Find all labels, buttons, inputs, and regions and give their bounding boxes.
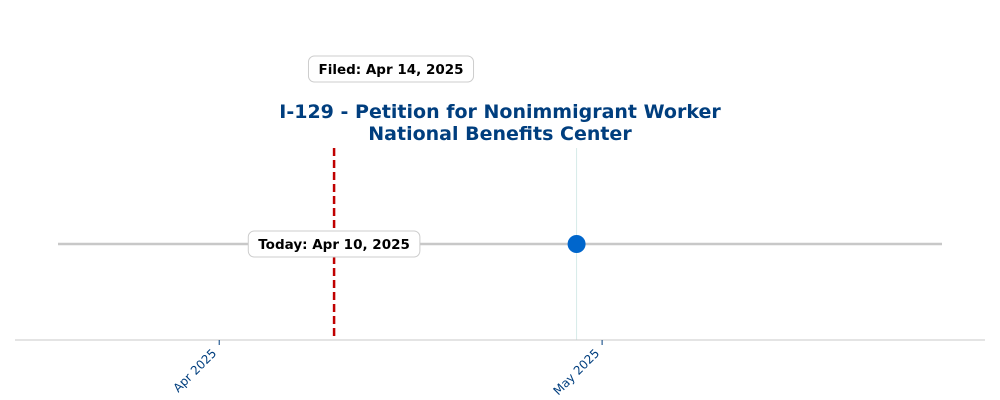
data-point-solid <box>567 235 586 253</box>
x-tick-label-0: Apr 2025 <box>170 346 219 395</box>
chart-title: I-129 - Petition for Nonimmigrant Worker <box>279 101 721 123</box>
filed-callout: Filed: Apr 14, 2025 <box>307 55 475 83</box>
filed-callout-text: Filed: Apr 14, 2025 <box>318 62 463 78</box>
today-callout-text: Today: Apr 10, 2025 <box>258 237 410 253</box>
today-callout: Today: Apr 10, 2025 <box>247 230 421 258</box>
chart-canvas: I-129 - Petition for Nonimmigrant Worker… <box>15 55 985 398</box>
chart-subtitle: National Benefits Center <box>368 123 632 145</box>
x-tick-label-1: May 2025 <box>550 346 602 398</box>
